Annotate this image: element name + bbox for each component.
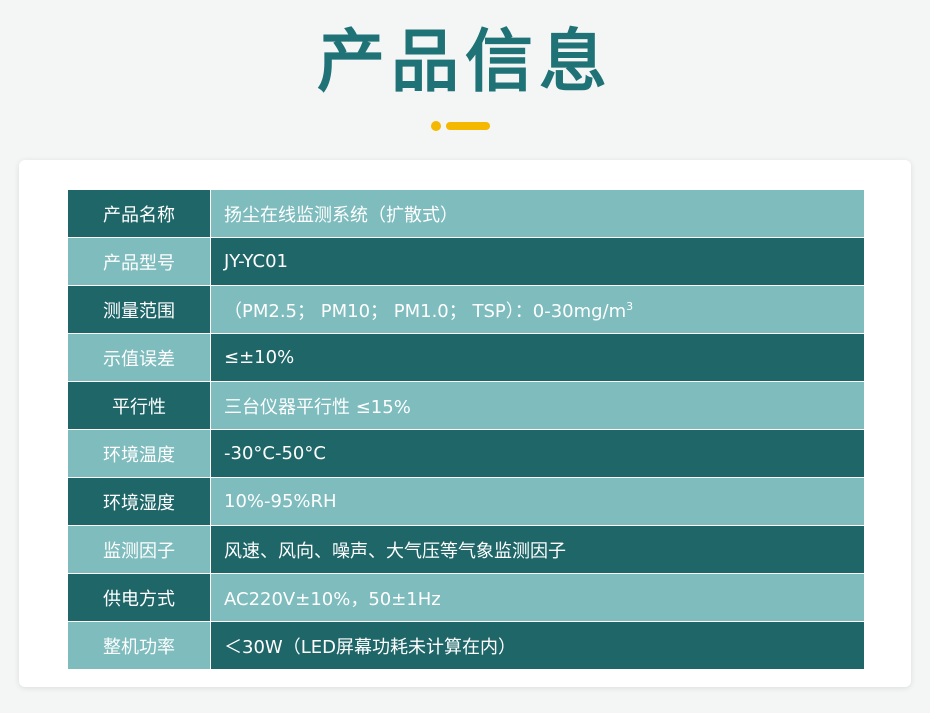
spec-label: 环境温度 [68,430,211,477]
spec-value: -30°C-50°C [211,430,864,477]
spec-row-model: 产品型号 JY-YC01 [68,238,864,286]
spec-table: 产品名称 扬尘在线监测系统（扩散式） 产品型号 JY-YC01 测量范围 （PM… [68,190,864,669]
spec-row-power-supply: 供电方式 AC220V±10%，50±1Hz [68,574,864,622]
spec-row-factors: 监测因子 风速、风向、噪声、大气压等气象监测因子 [68,526,864,574]
spec-value: AC220V±10%，50±1Hz [211,574,864,621]
spec-label: 供电方式 [68,574,211,621]
spec-value-text: （PM2.5； PM10； PM1.0； TSP）：0-30mg/m [224,300,627,322]
spec-row-range: 测量范围 （PM2.5； PM10； PM1.0； TSP）：0-30mg/m 3 [68,286,864,334]
spec-label: 示值误差 [68,334,211,381]
spec-value: 风速、风向、噪声、大气压等气象监测因子 [211,526,864,573]
page-title: 产品信息 [316,23,613,102]
spec-label: 平行性 [68,382,211,429]
spec-row-temperature: 环境温度 -30°C-50°C [68,430,864,478]
spec-label: 测量范围 [68,286,211,333]
spec-value: ≤±10% [211,334,864,381]
decoration-bar [446,122,490,130]
spec-row-product-name: 产品名称 扬尘在线监测系统（扩散式） [68,190,864,238]
spec-label: 产品名称 [68,190,211,237]
spec-row-error: 示值误差 ≤±10% [68,334,864,382]
spec-row-humidity: 环境湿度 10%-95%RH [68,478,864,526]
spec-row-power: 整机功率 ＜30W（LED屏幕功耗未计算在内） [68,622,864,669]
spec-label: 监测因子 [68,526,211,573]
spec-value: JY-YC01 [211,238,864,285]
spec-value: 三台仪器平行性 ≤15% [211,382,864,429]
spec-value: 10%-95%RH [211,478,864,525]
spec-value: 扬尘在线监测系统（扩散式） [211,190,864,237]
spec-label: 环境湿度 [68,478,211,525]
spec-value: ＜30W（LED屏幕功耗未计算在内） [211,622,864,669]
spec-value: （PM2.5； PM10； PM1.0； TSP）：0-30mg/m 3 [211,286,864,333]
unit-superscript: 3 [626,300,634,313]
spec-label: 产品型号 [68,238,211,285]
spec-label: 整机功率 [68,622,211,669]
decoration-dot [431,121,441,131]
spec-row-parallelism: 平行性 三台仪器平行性 ≤15% [68,382,864,430]
